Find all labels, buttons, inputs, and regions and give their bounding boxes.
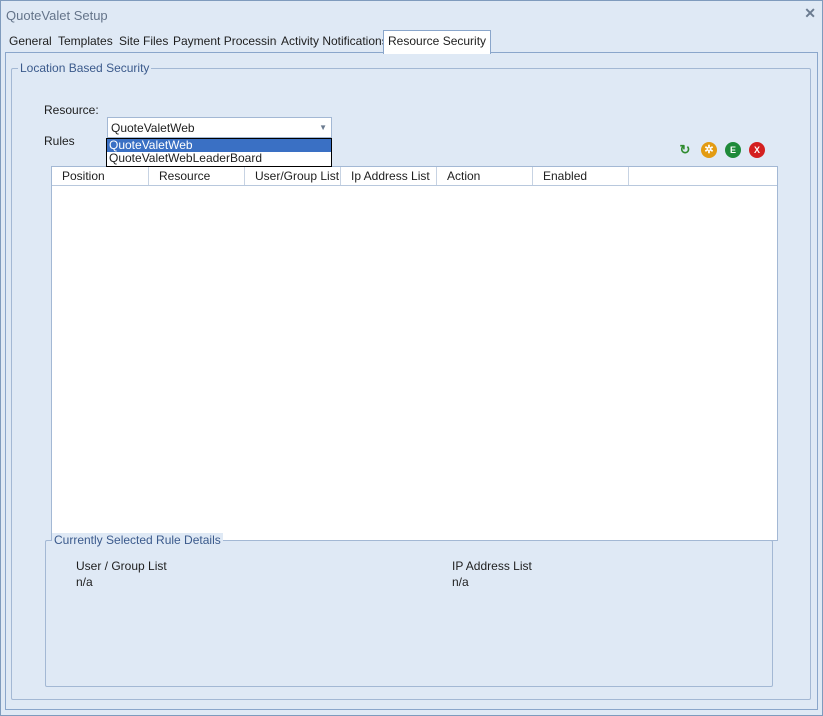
rules-grid-header: Position Resource User/Group List Ip Add…	[52, 167, 777, 186]
tab-templates[interactable]: Templates	[54, 31, 118, 52]
tab-resource-security[interactable]: Resource Security	[383, 30, 492, 54]
column-position[interactable]: Position	[52, 167, 149, 185]
refresh-icon[interactable]: ↻	[677, 142, 693, 158]
column-action[interactable]: Action	[437, 167, 533, 185]
location-security-group: Location Based Security Resource: QuoteV…	[11, 61, 811, 700]
tab-activity-notifications[interactable]: Activity Notifications	[277, 31, 393, 52]
rule-details-group: Currently Selected Rule Details User / G…	[45, 533, 773, 687]
add-icon[interactable]: ✲	[701, 142, 717, 158]
user-group-list-value: n/a	[76, 575, 93, 589]
resource-selected-value: QuoteValetWeb	[111, 121, 195, 135]
delete-icon[interactable]: X	[749, 142, 765, 158]
close-icon[interactable]: ✕	[804, 5, 816, 22]
column-enabled[interactable]: Enabled	[533, 167, 629, 185]
resource-dropdown-list: QuoteValetWeb QuoteValetWebLeaderBoard	[106, 138, 332, 167]
tab-general[interactable]: General	[5, 31, 57, 52]
rule-details-label: Currently Selected Rule Details	[52, 533, 223, 547]
chevron-down-icon[interactable]: ▼	[319, 123, 327, 132]
column-ip-address-list[interactable]: Ip Address List	[341, 167, 437, 185]
tab-site-files[interactable]: Site Files	[115, 31, 174, 52]
resource-security-page: Location Based Security Resource: QuoteV…	[5, 52, 818, 710]
setup-window: QuoteValet Setup ✕ General Templates Sit…	[0, 0, 823, 716]
location-security-label: Location Based Security	[18, 61, 152, 75]
resource-combobox[interactable]: QuoteValetWeb ▼	[107, 117, 332, 138]
user-group-list-label: User / Group List	[76, 559, 167, 573]
column-user-group-list[interactable]: User/Group List	[245, 167, 341, 185]
title-bar: QuoteValet Setup ✕	[1, 1, 822, 29]
edit-icon[interactable]: E	[725, 142, 741, 158]
rules-label: Rules	[44, 134, 75, 148]
tab-payment-processing[interactable]: Payment Processing	[169, 31, 289, 52]
rules-grid[interactable]: Position Resource User/Group List Ip Add…	[51, 166, 778, 541]
ip-address-list-value: n/a	[452, 575, 469, 589]
window-title: QuoteValet Setup	[6, 8, 108, 23]
resource-label: Resource:	[44, 103, 99, 117]
column-resource[interactable]: Resource	[149, 167, 245, 185]
dropdown-option-quotevaletwebleaderboard[interactable]: QuoteValetWebLeaderBoard	[107, 152, 331, 165]
ip-address-list-label: IP Address List	[452, 559, 532, 573]
